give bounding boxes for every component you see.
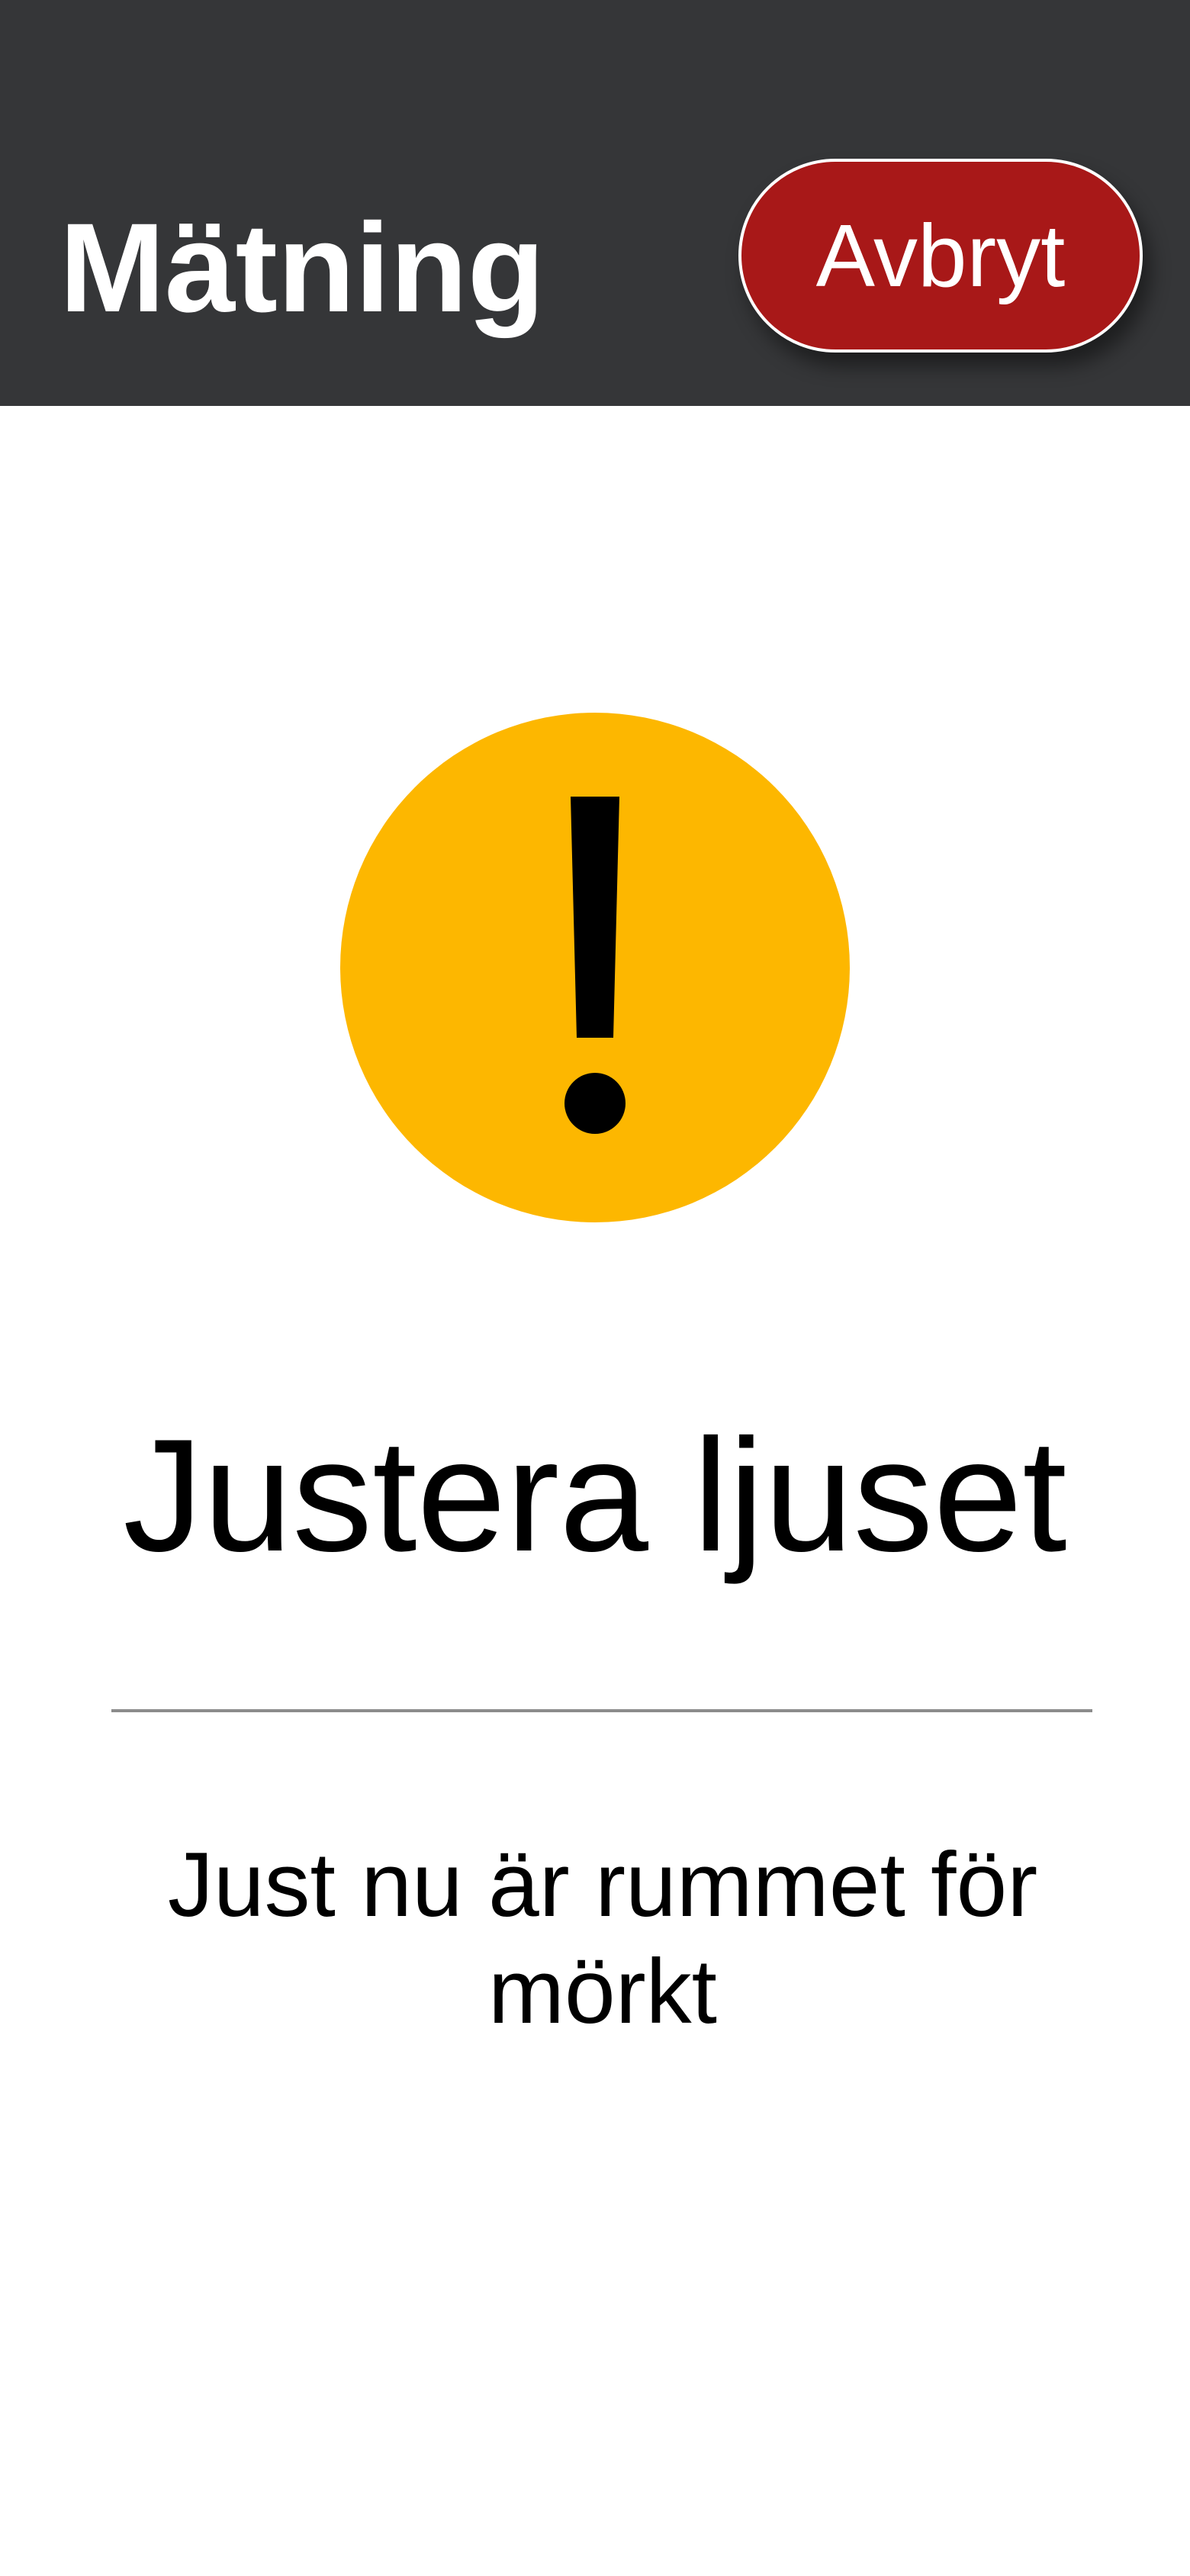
app-header: Mätning Avbryt — [0, 0, 1190, 406]
main-heading: Justera ljuset — [123, 1406, 1067, 1585]
divider — [111, 1709, 1092, 1712]
cancel-button[interactable]: Avbryt — [738, 159, 1143, 353]
status-message: Just nu är rummet för mörkt — [167, 1834, 1038, 2043]
exclamation-warning-icon — [340, 713, 850, 1222]
page-title: Mätning — [60, 198, 545, 339]
